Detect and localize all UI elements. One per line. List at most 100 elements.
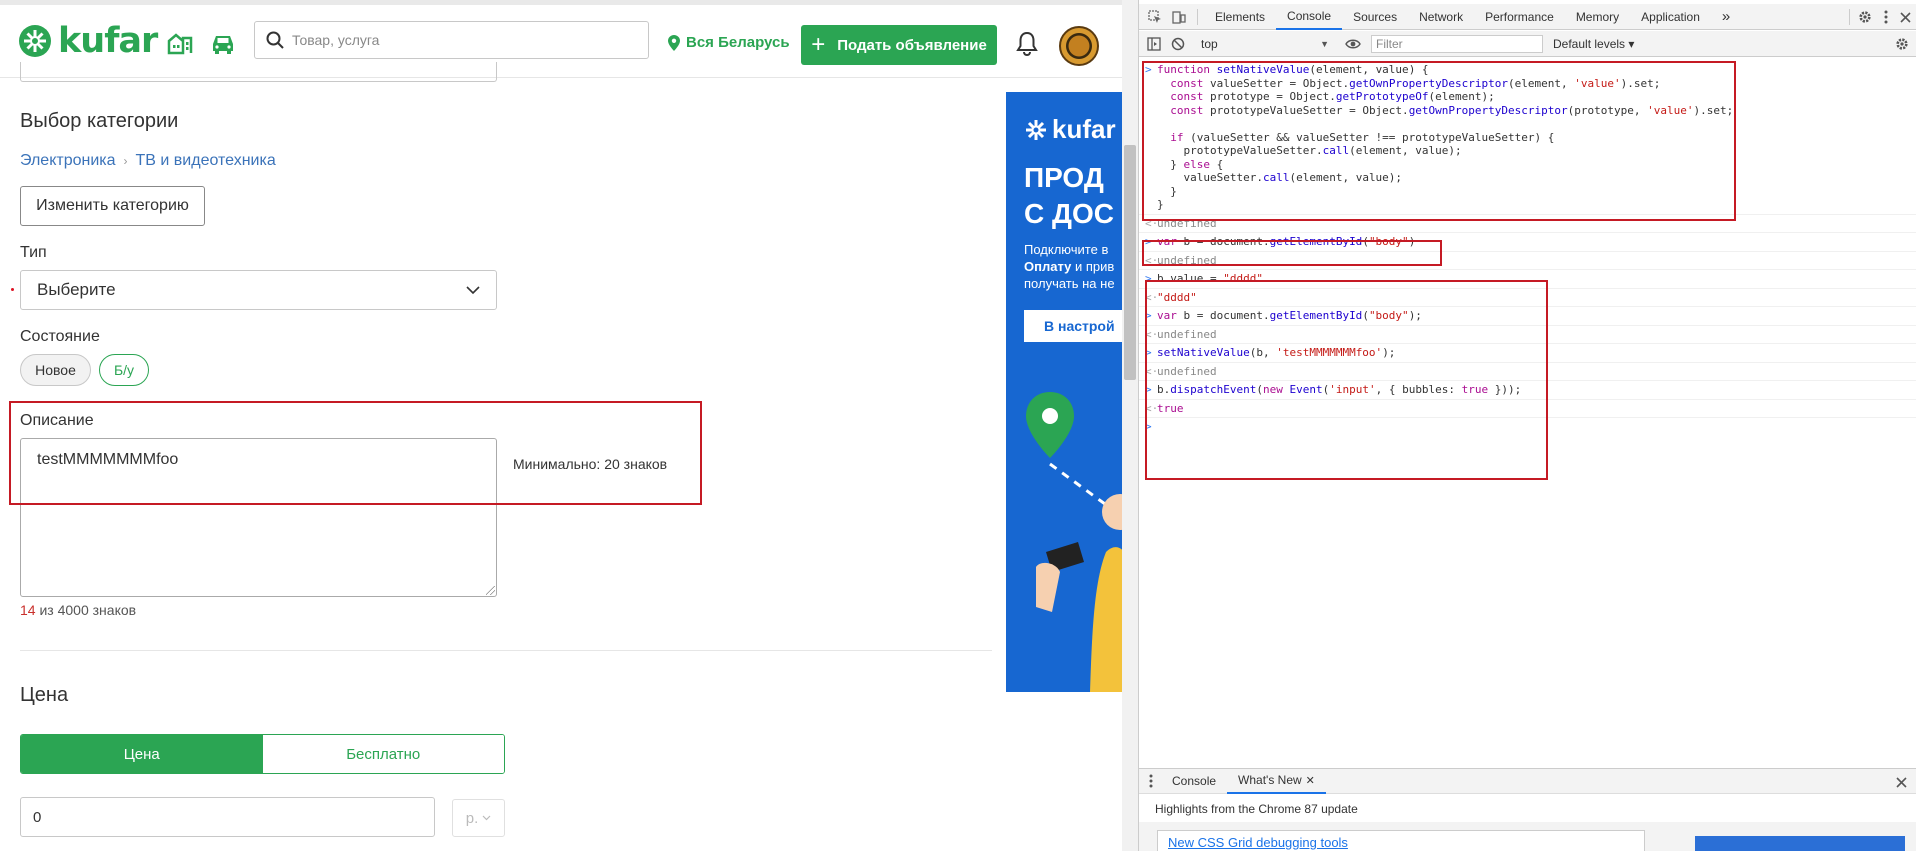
ad-logo: kufar [1024, 114, 1116, 145]
bell-icon[interactable] [1016, 31, 1038, 57]
ad-text-line1: Подключите в [1024, 242, 1109, 257]
site-logo[interactable]: kufar [18, 21, 158, 61]
type-select[interactable]: Выберите [20, 270, 497, 310]
tab-performance[interactable]: Performance [1474, 4, 1565, 30]
post-ad-button[interactable]: + Подать объявление [801, 25, 997, 65]
currency-select[interactable]: р. [452, 799, 505, 837]
search-icon [266, 31, 284, 49]
breadcrumb-electronics[interactable]: Электроника [20, 152, 116, 170]
clear-console-icon[interactable] [1171, 37, 1185, 51]
ad-logo-text: kufar [1052, 114, 1116, 144]
car-icon[interactable] [210, 31, 236, 55]
ad-text-line3: получать на не [1024, 276, 1115, 291]
region-selector[interactable]: Вся Беларусь [668, 34, 790, 51]
price-mode-free[interactable]: Бесплатно [262, 735, 504, 773]
tab-memory[interactable]: Memory [1565, 4, 1630, 30]
log-levels-dropdown[interactable]: Default levels ▾ [1553, 37, 1634, 51]
settings-gear-icon[interactable] [1858, 10, 1872, 24]
page-scrollbar-thumb[interactable] [1124, 145, 1136, 380]
console-result-dddd: <· "dddd" [1139, 289, 1916, 307]
toolbar-divider [1849, 9, 1850, 25]
context-selector[interactable]: top ▼ [1197, 35, 1333, 53]
console-prompt[interactable]: > [1139, 418, 1916, 434]
post-ad-label: Подать объявление [837, 36, 987, 54]
filter-placeholder: Filter [1376, 36, 1403, 51]
console-output[interactable]: > function setNativeValue(element, value)… [1139, 58, 1916, 768]
ad-text: Подключите в Оплату и прив получать на н… [1024, 241, 1115, 292]
breadcrumb: Электроника › ТВ и видеотехника [20, 152, 276, 170]
user-avatar[interactable] [1059, 26, 1099, 66]
search-box[interactable] [254, 21, 649, 59]
min-length-hint: Минимально: 20 знаков [513, 456, 668, 472]
kufar-page: kufar Вся Беларусь [0, 0, 1122, 851]
description-textarea[interactable] [20, 438, 497, 597]
condition-new-chip[interactable]: Новое [20, 354, 91, 386]
console-entry-function: > function setNativeValue(element, value)… [1139, 58, 1916, 215]
console-result-true: <· true [1139, 400, 1916, 418]
whats-new-card-link[interactable]: New CSS Grid debugging tools [1157, 830, 1645, 851]
change-category-button[interactable]: Изменить категорию [20, 186, 205, 226]
ad-banner[interactable]: kufar ПРОД С ДОС Подключите в Оплату и п… [1006, 92, 1122, 692]
inspect-element-icon[interactable] [1143, 5, 1167, 29]
devtools-window-controls [1849, 4, 1911, 30]
char-limit: из 4000 знаков [35, 602, 137, 618]
price-mode-toggle: Цена Бесплатно [20, 734, 505, 774]
logo-text: kufar [58, 21, 158, 61]
price-section-title: Цена [20, 684, 69, 706]
close-icon[interactable] [1900, 11, 1911, 23]
ad-headline-line1: ПРОД [1024, 162, 1104, 193]
kebab-menu-icon[interactable] [1884, 10, 1888, 24]
devtools-panel: Elements Console Sources Network Perform… [1138, 0, 1916, 851]
drawer-tab-whats-new[interactable]: What's New ✕ [1227, 768, 1326, 794]
whats-new-panel: Highlights from the Chrome 87 update New… [1139, 794, 1916, 851]
currency-value: р. [465, 809, 479, 827]
console-result-undefined: <· undefined [1139, 215, 1916, 233]
tab-application[interactable]: Application [1630, 4, 1711, 30]
tab-console[interactable]: Console [1276, 4, 1343, 30]
drawer-menu-icon[interactable] [1149, 774, 1153, 788]
ad-text-bold: Оплату [1024, 259, 1072, 274]
tab-elements[interactable]: Elements [1204, 4, 1276, 30]
ad-text-line2: Оплату и прив [1024, 258, 1115, 275]
caret-down-icon: ▼ [1320, 38, 1329, 49]
type-label: Тип [20, 244, 47, 261]
console-result-undefined: <· undefined [1139, 363, 1916, 381]
whats-new-title: Highlights from the Chrome 87 update [1155, 802, 1358, 816]
whats-new-card-image [1695, 836, 1905, 851]
device-toolbar-icon[interactable] [1167, 5, 1191, 29]
ad-headline-line2: С ДОС [1024, 198, 1114, 229]
search-input[interactable] [292, 32, 632, 48]
char-counter: 14 из 4000 знаков [20, 602, 136, 618]
chevron-down-icon [466, 285, 480, 294]
price-mode-price[interactable]: Цена [21, 735, 263, 773]
console-entry-var-b: > var b = document.getElementById("body") [1139, 233, 1916, 252]
drawer-tab-console[interactable]: Console [1161, 768, 1227, 794]
category-section-title: Выбор категории [20, 110, 179, 132]
console-settings-gear-icon[interactable] [1895, 37, 1909, 51]
condition-used-chip[interactable]: Б/у [99, 354, 149, 386]
price-input[interactable]: 0 [20, 797, 435, 837]
filter-input[interactable]: Filter [1371, 34, 1543, 53]
page-scrollbar[interactable] [1122, 0, 1138, 851]
devtools-main-tabs: Elements Console Sources Network Perform… [1139, 4, 1916, 30]
console-entry-var-b-2: > var b = document.getElementById("body")… [1139, 307, 1916, 326]
tab-sources[interactable]: Sources [1342, 4, 1408, 30]
required-marker [11, 288, 14, 291]
console-result-undefined: <· undefined [1139, 252, 1916, 270]
eye-icon[interactable] [1345, 38, 1361, 50]
tab-network[interactable]: Network [1408, 4, 1474, 30]
more-tabs-button[interactable]: » [1711, 4, 1741, 30]
console-entry-dispatch: > b.dispatchEvent(new Event('input', { bu… [1139, 381, 1916, 400]
resize-handle[interactable] [486, 586, 495, 595]
ad-cta-button[interactable]: В настрой [1024, 310, 1122, 342]
show-sidebar-icon[interactable] [1147, 36, 1161, 51]
close-tab-icon[interactable]: ✕ [1306, 774, 1315, 787]
kufar-snowflake-icon [19, 25, 51, 57]
char-count: 14 [20, 602, 36, 618]
realty-icon[interactable] [167, 31, 193, 55]
condition-label: Состояние [20, 328, 100, 345]
breadcrumb-tv-video[interactable]: ТВ и видеотехника [136, 152, 276, 170]
close-drawer-icon[interactable] [1896, 777, 1907, 788]
console-toolbar: top ▼ Filter Default levels ▾ [1139, 31, 1916, 57]
context-value: top [1201, 36, 1218, 51]
